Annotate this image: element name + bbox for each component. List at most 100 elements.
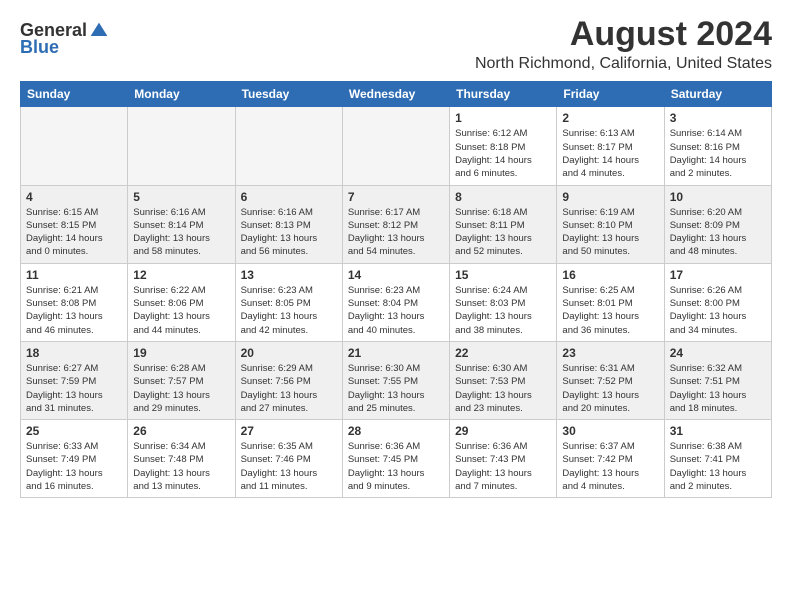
day-number: 12 (133, 268, 229, 282)
day-info: Sunrise: 6:37 AM Sunset: 7:42 PM Dayligh… (562, 440, 658, 493)
page-header: General Blue August 2024 North Richmond,… (20, 16, 772, 73)
day-number: 28 (348, 424, 444, 438)
day-info: Sunrise: 6:15 AM Sunset: 8:15 PM Dayligh… (26, 206, 122, 259)
header-thursday: Thursday (450, 82, 557, 107)
day-info: Sunrise: 6:16 AM Sunset: 8:13 PM Dayligh… (241, 206, 337, 259)
day-number: 30 (562, 424, 658, 438)
day-number: 13 (241, 268, 337, 282)
table-row (21, 107, 128, 185)
table-row: 20 Sunrise: 6:29 AM Sunset: 7:56 PM Dayli… (235, 341, 342, 419)
header-wednesday: Wednesday (342, 82, 449, 107)
day-number: 22 (455, 346, 551, 360)
header-friday: Friday (557, 82, 664, 107)
table-row: 3Sunrise: 6:14 AM Sunset: 8:16 PM Daylig… (664, 107, 771, 185)
day-info: Sunrise: 6:19 AM Sunset: 8:10 PM Dayligh… (562, 206, 658, 259)
day-number: 23 (562, 346, 658, 360)
day-info: Sunrise: 6:21 AM Sunset: 8:08 PM Dayligh… (26, 284, 122, 337)
day-number: 11 (26, 268, 122, 282)
table-row: 14 Sunrise: 6:23 AM Sunset: 8:04 PM Dayli… (342, 263, 449, 341)
day-info: Sunrise: 6:17 AM Sunset: 8:12 PM Dayligh… (348, 206, 444, 259)
table-row: 5Sunrise: 6:16 AM Sunset: 8:14 PM Daylig… (128, 185, 235, 263)
day-number: 15 (455, 268, 551, 282)
day-info: Sunrise: 6:16 AM Sunset: 8:14 PM Dayligh… (133, 206, 229, 259)
table-row: 7 Sunrise: 6:17 AM Sunset: 8:12 PM Daylig… (342, 185, 449, 263)
day-info: Sunrise: 6:36 AM Sunset: 7:43 PM Dayligh… (455, 440, 551, 493)
table-row: 22 Sunrise: 6:30 AM Sunset: 7:53 PM Dayli… (450, 341, 557, 419)
table-row: 27 Sunrise: 6:35 AM Sunset: 7:46 PM Dayli… (235, 420, 342, 498)
day-info: Sunrise: 6:30 AM Sunset: 7:53 PM Dayligh… (455, 362, 551, 415)
table-row: 6 Sunrise: 6:16 AM Sunset: 8:13 PM Daylig… (235, 185, 342, 263)
table-row (235, 107, 342, 185)
day-number: 6 (241, 190, 337, 204)
title-area: August 2024 North Richmond, California, … (475, 16, 772, 73)
table-row: 26 Sunrise: 6:34 AM Sunset: 7:48 PM Dayli… (128, 420, 235, 498)
day-info: Sunrise: 6:30 AM Sunset: 7:55 PM Dayligh… (348, 362, 444, 415)
day-number: 14 (348, 268, 444, 282)
header-tuesday: Tuesday (235, 82, 342, 107)
day-info: Sunrise: 6:38 AM Sunset: 7:41 PM Dayligh… (670, 440, 766, 493)
day-number: 24 (670, 346, 766, 360)
table-row (342, 107, 449, 185)
day-number: 17 (670, 268, 766, 282)
table-row: 8Sunrise: 6:18 AM Sunset: 8:11 PM Daylig… (450, 185, 557, 263)
days-header-row: Sunday Monday Tuesday Wednesday Thursday… (21, 82, 772, 107)
calendar-table: Sunday Monday Tuesday Wednesday Thursday… (20, 81, 772, 498)
day-number: 27 (241, 424, 337, 438)
header-saturday: Saturday (664, 82, 771, 107)
table-row: 23 Sunrise: 6:31 AM Sunset: 7:52 PM Dayli… (557, 341, 664, 419)
day-number: 20 (241, 346, 337, 360)
calendar-week-row: 11 Sunrise: 6:21 AM Sunset: 8:08 PM Dayli… (21, 263, 772, 341)
day-number: 4 (26, 190, 122, 204)
logo: General Blue (20, 20, 109, 58)
table-row: 30 Sunrise: 6:37 AM Sunset: 7:42 PM Dayli… (557, 420, 664, 498)
table-row: 25 Sunrise: 6:33 AM Sunset: 7:49 PM Dayli… (21, 420, 128, 498)
table-row: 9 Sunrise: 6:19 AM Sunset: 8:10 PM Daylig… (557, 185, 664, 263)
day-info: Sunrise: 6:20 AM Sunset: 8:09 PM Dayligh… (670, 206, 766, 259)
table-row: 21 Sunrise: 6:30 AM Sunset: 7:55 PM Dayli… (342, 341, 449, 419)
day-info: Sunrise: 6:12 AM Sunset: 8:18 PM Dayligh… (455, 127, 551, 180)
day-info: Sunrise: 6:23 AM Sunset: 8:04 PM Dayligh… (348, 284, 444, 337)
day-info: Sunrise: 6:31 AM Sunset: 7:52 PM Dayligh… (562, 362, 658, 415)
day-number: 10 (670, 190, 766, 204)
day-info: Sunrise: 6:32 AM Sunset: 7:51 PM Dayligh… (670, 362, 766, 415)
table-row: 24 Sunrise: 6:32 AM Sunset: 7:51 PM Dayli… (664, 341, 771, 419)
day-info: Sunrise: 6:22 AM Sunset: 8:06 PM Dayligh… (133, 284, 229, 337)
day-number: 19 (133, 346, 229, 360)
day-info: Sunrise: 6:33 AM Sunset: 7:49 PM Dayligh… (26, 440, 122, 493)
day-number: 25 (26, 424, 122, 438)
table-row: 12 Sunrise: 6:22 AM Sunset: 8:06 PM Dayli… (128, 263, 235, 341)
day-number: 9 (562, 190, 658, 204)
table-row: 29 Sunrise: 6:36 AM Sunset: 7:43 PM Dayli… (450, 420, 557, 498)
table-row: 4 Sunrise: 6:15 AM Sunset: 8:15 PM Daylig… (21, 185, 128, 263)
table-row: 16 Sunrise: 6:25 AM Sunset: 8:01 PM Dayli… (557, 263, 664, 341)
table-row: 17 Sunrise: 6:26 AM Sunset: 8:00 PM Dayli… (664, 263, 771, 341)
day-info: Sunrise: 6:25 AM Sunset: 8:01 PM Dayligh… (562, 284, 658, 337)
logo-blue-text: Blue (20, 37, 59, 58)
day-info: Sunrise: 6:29 AM Sunset: 7:56 PM Dayligh… (241, 362, 337, 415)
day-number: 3 (670, 111, 766, 125)
day-info: Sunrise: 6:27 AM Sunset: 7:59 PM Dayligh… (26, 362, 122, 415)
table-row: 1 Sunrise: 6:12 AM Sunset: 8:18 PM Daylig… (450, 107, 557, 185)
day-info: Sunrise: 6:24 AM Sunset: 8:03 PM Dayligh… (455, 284, 551, 337)
day-number: 2 (562, 111, 658, 125)
table-row: 10 Sunrise: 6:20 AM Sunset: 8:09 PM Dayli… (664, 185, 771, 263)
day-number: 16 (562, 268, 658, 282)
calendar-week-row: 1 Sunrise: 6:12 AM Sunset: 8:18 PM Daylig… (21, 107, 772, 185)
day-number: 7 (348, 190, 444, 204)
day-info: Sunrise: 6:35 AM Sunset: 7:46 PM Dayligh… (241, 440, 337, 493)
day-number: 18 (26, 346, 122, 360)
table-row: 28Sunrise: 6:36 AM Sunset: 7:45 PM Dayli… (342, 420, 449, 498)
day-number: 29 (455, 424, 551, 438)
table-row: 2Sunrise: 6:13 AM Sunset: 8:17 PM Daylig… (557, 107, 664, 185)
calendar-week-row: 25 Sunrise: 6:33 AM Sunset: 7:49 PM Dayli… (21, 420, 772, 498)
day-info: Sunrise: 6:34 AM Sunset: 7:48 PM Dayligh… (133, 440, 229, 493)
table-row: 11 Sunrise: 6:21 AM Sunset: 8:08 PM Dayli… (21, 263, 128, 341)
day-number: 1 (455, 111, 551, 125)
day-info: Sunrise: 6:26 AM Sunset: 8:00 PM Dayligh… (670, 284, 766, 337)
table-row: 18 Sunrise: 6:27 AM Sunset: 7:59 PM Dayli… (21, 341, 128, 419)
day-number: 21 (348, 346, 444, 360)
day-number: 26 (133, 424, 229, 438)
header-sunday: Sunday (21, 82, 128, 107)
calendar-subtitle: North Richmond, California, United State… (475, 55, 772, 73)
calendar-title: August 2024 (475, 16, 772, 53)
